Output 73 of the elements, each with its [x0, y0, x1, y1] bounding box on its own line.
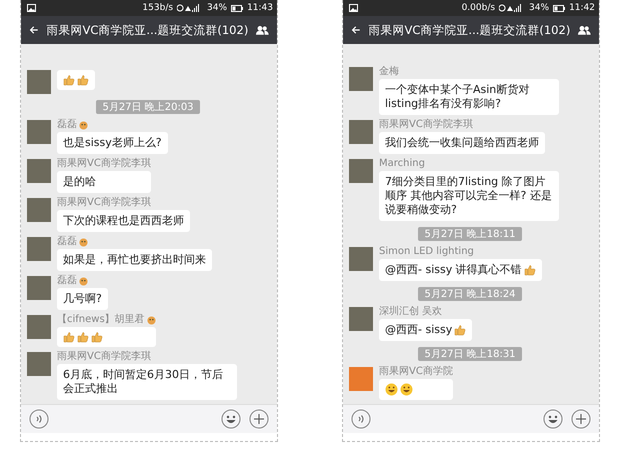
message-text: 也是sissy老师上么? — [63, 136, 162, 150]
plus-icon[interactable] — [571, 409, 591, 429]
sender-name: Simon LED lighting — [379, 247, 474, 257]
laughing-face-icon — [400, 383, 413, 396]
message-text: 6月底，时间暂定6月30日，节后会正式推出 — [63, 368, 224, 396]
message-text: 几号啊? — [63, 292, 102, 306]
chat-title: 雨果网VC商学院亚...题班交流群(102) — [368, 22, 570, 38]
timestamp: 5月27日 晚上18:24 — [418, 287, 522, 301]
sender-name: 雨果网VC商学院李琪 — [379, 120, 473, 130]
avatar-placeholder[interactable] — [27, 237, 51, 261]
emoji-icon[interactable] — [543, 409, 563, 429]
thumbs-up-icon — [77, 74, 89, 86]
avatar-placeholder[interactable] — [27, 276, 51, 300]
avatar-placeholder[interactable] — [349, 307, 373, 331]
avatar-placeholder[interactable] — [349, 67, 373, 91]
message-text: 下次的课程也是西西老师 — [63, 214, 184, 228]
avatar-placeholder[interactable] — [27, 159, 51, 183]
message-text: 如果是，再忙也要挤出时间来 — [63, 253, 206, 267]
laughing-face-icon — [385, 383, 398, 396]
thumbs-up-icon — [63, 74, 75, 86]
avatar-placeholder[interactable] — [27, 315, 51, 339]
plus-icon[interactable] — [249, 409, 269, 429]
image-icon — [349, 4, 358, 12]
thumbs-up-icon — [91, 331, 103, 343]
message-text: 7细分类目里的7listing 除了图片顺序 其他内容可以完全一样? 还是说要稍做变动? — [385, 175, 553, 217]
clock-time: 11:43 — [247, 3, 273, 13]
clock-time: 11:42 — [569, 3, 595, 13]
avatar-placeholder[interactable] — [349, 367, 373, 391]
sender-name: 磊磊 — [57, 120, 77, 130]
emoji-icon[interactable] — [221, 409, 241, 429]
avatar-placeholder[interactable] — [349, 120, 373, 144]
group-members-icon[interactable] — [256, 24, 269, 36]
thumbs-up-icon — [63, 331, 75, 343]
back-arrow-icon[interactable] — [351, 24, 361, 36]
image-icon — [27, 4, 36, 12]
message-text: @西西- sissy — [385, 323, 452, 337]
timestamp: 5月27日 晚上18:31 — [418, 347, 522, 361]
message-text: 一个变体中某个子Asin断货对listing排名有没有影响? — [385, 83, 530, 111]
thumbs-up-icon — [454, 324, 466, 336]
message-text: 是的哈 — [63, 175, 96, 189]
sender-name: 磊磊 — [57, 237, 77, 247]
sender-name: 雨果网VC商学院李琪 — [57, 352, 151, 362]
sender-name: 【cifnews】胡里君 — [57, 315, 145, 325]
battery-percent: 34% — [207, 3, 228, 13]
avatar-placeholder[interactable] — [349, 159, 373, 183]
avatar-placeholder[interactable] — [27, 120, 51, 144]
sender-name: 雨果网VC商学院李琪 — [57, 198, 151, 208]
thumbs-up-icon — [77, 331, 89, 343]
network-speed: 0.00b/s — [462, 3, 496, 13]
message-text: 我们会统一收集问题给西西老师 — [385, 136, 539, 150]
voice-icon[interactable] — [29, 409, 49, 429]
back-arrow-icon[interactable] — [29, 24, 39, 36]
group-members-icon[interactable] — [578, 24, 591, 36]
sender-name: 深圳汇创 吴欢 — [379, 307, 442, 317]
chat-title: 雨果网VC商学院亚...题班交流群(102) — [46, 22, 248, 38]
battery-icon — [231, 4, 244, 12]
message-text: @西西- sissy 讲得真心不错 — [385, 263, 522, 277]
avatar-placeholder[interactable] — [349, 247, 373, 271]
timestamp: 5月27日 晚上18:11 — [418, 227, 522, 241]
sender-name: 金梅 — [379, 67, 399, 77]
sender-name: 雨果网VC商学院 — [379, 367, 453, 377]
thumbs-up-icon — [524, 264, 536, 276]
network-speed: 153b/s — [142, 3, 174, 13]
avatar-placeholder[interactable] — [27, 352, 51, 376]
avatar-placeholder[interactable] — [27, 70, 51, 94]
timestamp: 5月27日 晚上20:03 — [96, 100, 200, 114]
battery-icon — [553, 4, 566, 12]
sender-name: 磊磊 — [57, 276, 77, 286]
voice-icon[interactable] — [351, 409, 371, 429]
sender-name: 雨果网VC商学院李琪 — [57, 159, 151, 169]
battery-percent: 34% — [529, 3, 550, 13]
sender-name: Marching — [379, 159, 425, 169]
avatar-placeholder[interactable] — [27, 198, 51, 222]
